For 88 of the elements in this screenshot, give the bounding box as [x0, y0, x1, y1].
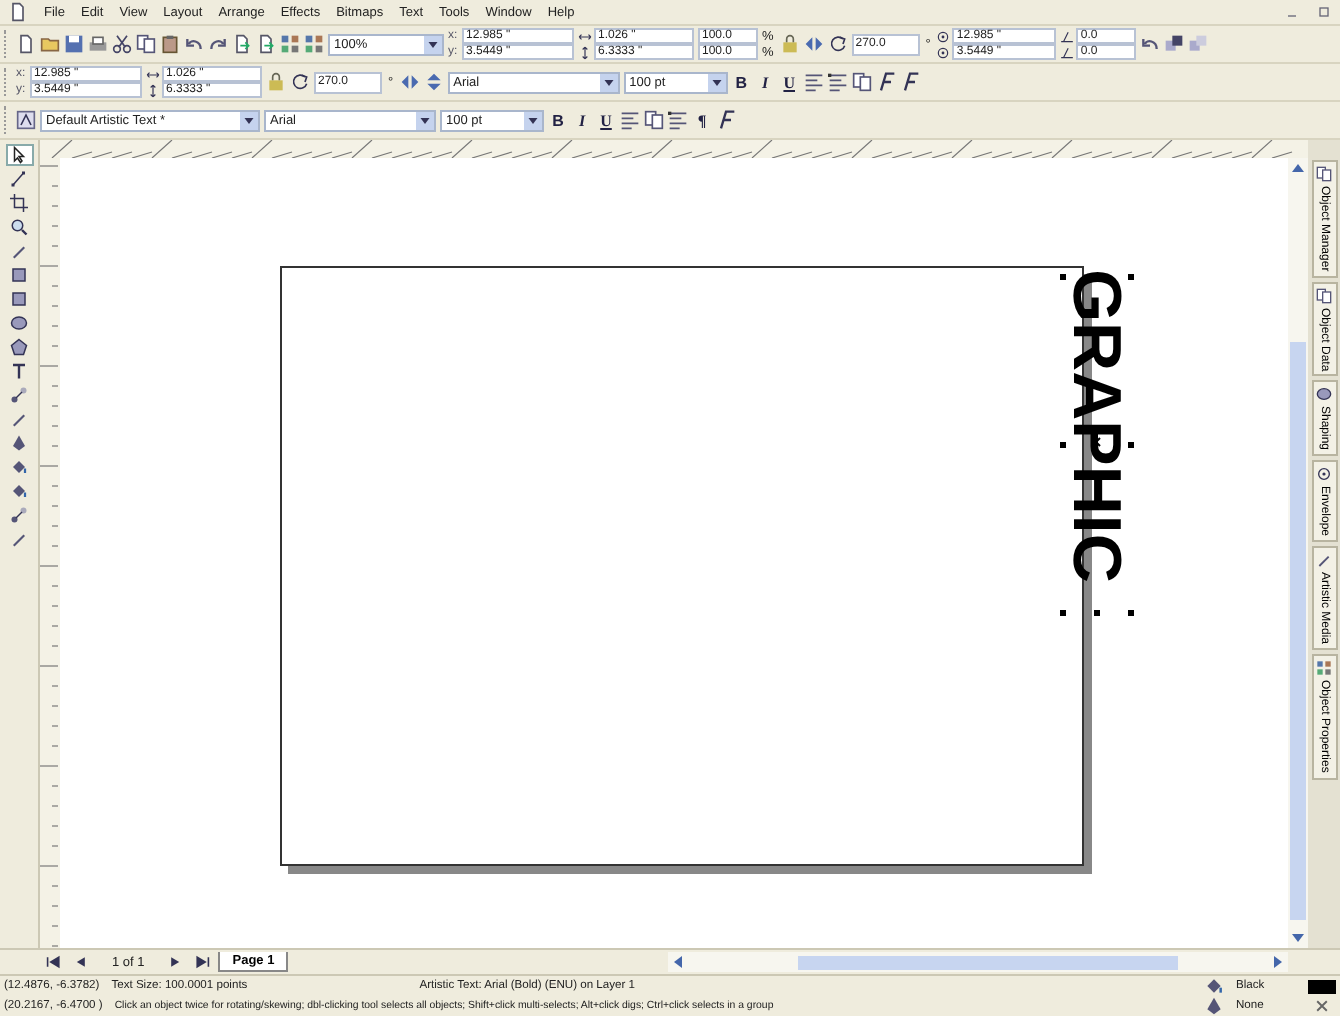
- text-tool-icon: [10, 362, 28, 380]
- mirror-icon[interactable]: [399, 72, 420, 92]
- dropdown-caret-icon: [524, 111, 542, 129]
- character-format-icon[interactable]: [716, 110, 736, 130]
- italic-button[interactable]: I: [572, 108, 592, 132]
- redo-icon[interactable]: [208, 34, 228, 54]
- pointer-icon: [10, 146, 28, 164]
- rotation-icon: [827, 34, 848, 54]
- vertical-scrollbar[interactable]: [1288, 158, 1308, 948]
- italic-button[interactable]: I: [755, 70, 776, 94]
- character-format-icon[interactable]: [875, 72, 896, 92]
- rotate-icon[interactable]: [1140, 34, 1161, 54]
- bullet-list-icon[interactable]: [827, 72, 848, 92]
- bold-button[interactable]: B: [548, 108, 568, 132]
- pencil-icon: [10, 242, 28, 260]
- magnifier-icon: [10, 218, 28, 236]
- edit-text-icon[interactable]: [899, 72, 920, 92]
- docker-icon: [1316, 287, 1332, 304]
- crop-tool-button[interactable]: [5, 192, 33, 214]
- crop-icon: [10, 194, 28, 212]
- columns-icon[interactable]: [644, 110, 664, 130]
- knife-icon: [10, 530, 28, 548]
- bullet-list-icon[interactable]: [668, 110, 688, 130]
- lock-icon[interactable]: [779, 34, 800, 54]
- pointer-tool-button[interactable]: [5, 144, 33, 166]
- underline-button[interactable]: U: [596, 108, 616, 132]
- folder-icon[interactable]: [40, 34, 60, 54]
- paint-bucket-icon: [10, 458, 28, 476]
- launcher-icon[interactable]: [280, 34, 300, 54]
- selection-handles-drawing[interactable]: [1056, 270, 1136, 618]
- docker-icon: [1316, 386, 1332, 403]
- eyedropper-icon: [10, 410, 28, 428]
- copy-icon[interactable]: [136, 34, 156, 54]
- polygon-icon: [10, 338, 28, 356]
- docker-icon: [1316, 552, 1332, 569]
- artistic-text[interactable]: GRAPHIC: [1062, 266, 1130, 586]
- docker-icon: [1316, 660, 1332, 677]
- dropdown-caret-icon: [416, 111, 434, 129]
- text-style-icon[interactable]: [16, 110, 36, 130]
- docker-icon: [1316, 466, 1332, 483]
- ellipse-icon: [10, 314, 28, 332]
- new-document-icon[interactable]: [16, 34, 36, 54]
- height-arrow-icon: [578, 45, 592, 59]
- bold-button[interactable]: B: [731, 70, 752, 94]
- last-page-icon[interactable]: [192, 954, 213, 970]
- flip-icon[interactable]: [423, 72, 444, 92]
- paragraph-button[interactable]: ¶: [692, 108, 712, 132]
- rectangle-icon: [10, 290, 28, 308]
- height-arrow-icon: [146, 83, 160, 97]
- horizontal-scrollbar[interactable]: [668, 952, 1288, 972]
- align-left-icon[interactable]: [803, 72, 824, 92]
- mirror-icon[interactable]: [803, 34, 824, 54]
- columns-icon[interactable]: [851, 72, 872, 92]
- export-icon[interactable]: [256, 34, 276, 54]
- bring-forward-icon[interactable]: [1164, 34, 1185, 54]
- shape-tool-icon: [10, 170, 28, 188]
- underline-button[interactable]: U: [779, 70, 800, 94]
- width-arrow-icon: [146, 67, 160, 81]
- align-left-icon[interactable]: [620, 110, 640, 130]
- scrollbar-thumb[interactable]: [1290, 341, 1306, 920]
- no-outline-icon: [1314, 998, 1330, 1014]
- magnifier-tool-button[interactable]: [5, 216, 33, 238]
- polygon-tool-button[interactable]: [5, 336, 33, 358]
- restore-icon[interactable]: [1316, 4, 1332, 20]
- import-icon[interactable]: [232, 34, 252, 54]
- connector-icon: [10, 506, 28, 524]
- blend-icon: [10, 386, 28, 404]
- scrollbar-thumb[interactable]: [798, 955, 1178, 969]
- rotation-icon: [290, 72, 310, 92]
- width-arrow-icon: [578, 29, 592, 43]
- pen-nib-icon: [10, 434, 28, 452]
- undo-icon[interactable]: [184, 34, 204, 54]
- clipboard-icon[interactable]: [160, 34, 180, 54]
- interactive-fill-icon: [10, 482, 28, 500]
- dropdown-caret-icon: [707, 73, 726, 91]
- lock-icon[interactable]: [266, 72, 286, 92]
- scissors-icon[interactable]: [112, 34, 132, 54]
- dropdown-caret-icon: [424, 35, 442, 53]
- grid-icon[interactable]: [304, 34, 324, 54]
- dropdown-caret-icon: [240, 111, 258, 129]
- docker-icon: [1316, 166, 1332, 182]
- dropdown-caret-icon: [599, 73, 618, 91]
- printer-icon[interactable]: [88, 34, 108, 54]
- document-icon[interactable]: [8, 2, 28, 22]
- fill-bucket-icon: [1204, 976, 1224, 996]
- smart-fill-icon: [10, 266, 28, 284]
- ellipse-tool-button[interactable]: [5, 312, 33, 334]
- first-page-icon[interactable]: [44, 954, 64, 970]
